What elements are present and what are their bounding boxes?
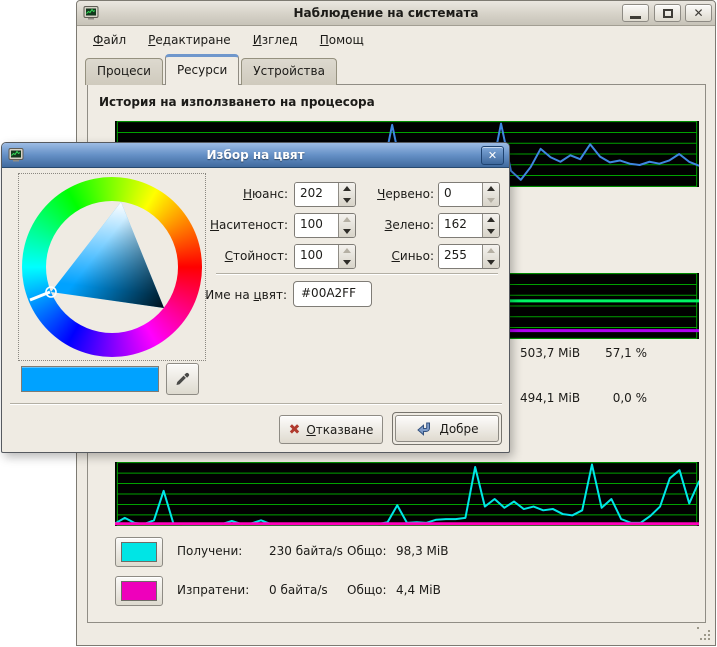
ok-button[interactable]: Добре — [392, 412, 502, 445]
red-label: Червено: — [360, 182, 434, 207]
net-sent-row: Изпратени: 0 байта/s Общо: 4,4 MiB — [115, 576, 675, 606]
maximize-icon — [663, 9, 673, 18]
saturation-label: Наситеност: — [82, 213, 288, 238]
green-spin-up[interactable] — [483, 214, 499, 226]
main-titlebar[interactable]: Наблюдение на системата ✕ — [77, 1, 715, 26]
tab-resources[interactable]: Ресурси — [165, 54, 239, 85]
statusbar — [77, 623, 715, 645]
actions-separator — [10, 403, 502, 405]
green-spinbox: 162 — [438, 213, 500, 238]
memory-percent: 57,1 % — [586, 346, 647, 360]
ok-label: Добре — [439, 422, 478, 436]
ok-icon — [415, 420, 433, 438]
tab-devices[interactable]: Устройства — [241, 58, 337, 85]
swap-percent: 0,0 % — [586, 391, 647, 405]
window-title: Наблюдение на системата — [157, 1, 615, 26]
value-spin-down[interactable] — [339, 257, 355, 269]
blue-spin-up[interactable] — [483, 245, 499, 257]
menu-help[interactable]: Помощ — [312, 30, 372, 50]
sent-swatch — [121, 581, 157, 601]
value-label: Стойност: — [82, 244, 288, 269]
sent-total: 4,4 MiB — [396, 583, 486, 597]
menu-edit[interactable]: Редактиране — [140, 30, 239, 50]
system-monitor-icon — [83, 5, 99, 21]
close-button[interactable]: ✕ — [685, 4, 712, 22]
red-input[interactable]: 0 — [439, 183, 482, 206]
resize-grip[interactable] — [697, 627, 711, 641]
minimize-icon — [630, 16, 641, 19]
saturation-spinbox: 100 — [294, 213, 356, 238]
network-history-chart — [115, 462, 699, 526]
received-label: Получени: — [177, 544, 263, 558]
net-received-row: Получени: 230 байта/s Общо: 98,3 MiB — [115, 537, 675, 567]
eyedropper-icon — [175, 371, 191, 387]
maximize-button[interactable] — [654, 4, 681, 22]
red-spinbox: 0 — [438, 182, 500, 207]
received-total-label: Общо: — [347, 544, 393, 558]
close-icon: ✕ — [693, 7, 703, 19]
dialog-close-button[interactable]: ✕ — [481, 146, 504, 165]
fields-separator — [216, 273, 498, 275]
sent-color-button[interactable] — [115, 576, 163, 606]
sent-label: Изпратени: — [177, 583, 263, 597]
saturation-input[interactable]: 100 — [295, 214, 338, 237]
red-spin-up[interactable] — [483, 183, 499, 195]
dialog-titlebar[interactable]: Избор на цвят ✕ — [2, 143, 509, 168]
value-spin-up[interactable] — [339, 245, 355, 257]
blue-input[interactable]: 255 — [439, 245, 482, 268]
hue-input[interactable]: 202 — [295, 183, 338, 206]
blue-spinbox: 255 — [438, 244, 500, 269]
saturation-spin-down[interactable] — [339, 226, 355, 238]
minimize-button[interactable] — [622, 4, 649, 22]
received-swatch — [121, 542, 157, 562]
cpu-section-heading: История на използването на процесора — [99, 95, 375, 109]
color-picker-dialog: Избор на цвят ✕ — [1, 142, 510, 453]
red-spin-down[interactable] — [483, 195, 499, 207]
dialog-close-icon: ✕ — [488, 149, 497, 162]
dialog-icon — [8, 147, 24, 163]
tab-processes[interactable]: Процеси — [85, 58, 163, 85]
blue-spin-down[interactable] — [483, 257, 499, 269]
menubar: Файл Редактиране Изглед Помощ — [77, 27, 715, 52]
hue-spin-up[interactable] — [339, 183, 355, 195]
color-preview — [21, 366, 159, 392]
color-name-input[interactable]: #00A2FF — [293, 281, 372, 307]
hue-label: Нюанс: — [82, 182, 288, 207]
cancel-icon: ✖ — [289, 423, 301, 437]
eyedropper-button[interactable] — [166, 363, 199, 395]
cancel-button[interactable]: ✖ Отказване — [279, 415, 383, 444]
saturation-spin-up[interactable] — [339, 214, 355, 226]
value-spinbox: 100 — [294, 244, 356, 269]
green-input[interactable]: 162 — [439, 214, 482, 237]
sent-total-label: Общо: — [347, 583, 393, 597]
hue-spinbox: 202 — [294, 182, 356, 207]
cancel-label: Отказване — [306, 423, 373, 437]
tabbar: Процеси Ресурси Устройства — [85, 53, 339, 85]
value-input[interactable]: 100 — [295, 245, 338, 268]
received-color-button[interactable] — [115, 537, 163, 567]
dialog-title: Избор на цвят — [42, 143, 469, 167]
menu-view[interactable]: Изглед — [245, 30, 306, 50]
hue-spin-down[interactable] — [339, 195, 355, 207]
blue-label: Синьо: — [360, 244, 434, 269]
green-label: Зелено: — [360, 213, 434, 238]
menu-file[interactable]: Файл — [85, 30, 134, 50]
green-spin-down[interactable] — [483, 226, 499, 238]
received-total: 98,3 MiB — [396, 544, 486, 558]
color-name-label: Име на цвят: — [122, 282, 287, 308]
